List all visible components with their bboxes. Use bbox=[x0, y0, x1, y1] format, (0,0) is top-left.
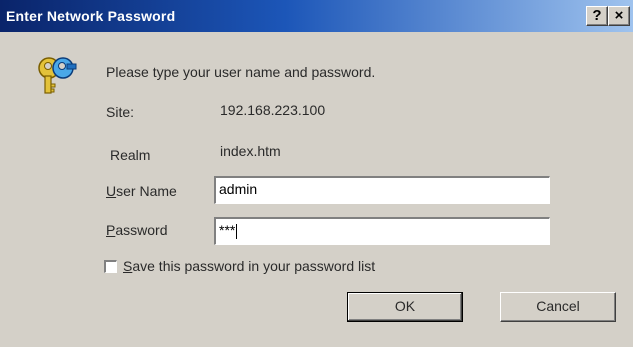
user-name-label: User Name bbox=[106, 183, 177, 199]
site-label: Site: bbox=[106, 104, 135, 120]
save-password-label[interactable]: Save this password in your password list bbox=[123, 258, 375, 274]
ok-button[interactable]: OK bbox=[347, 292, 463, 322]
cancel-button[interactable]: Cancel bbox=[500, 292, 616, 322]
password-input[interactable]: *** bbox=[214, 217, 550, 245]
key-icon bbox=[38, 57, 77, 94]
window-title: Enter Network Password bbox=[6, 8, 176, 24]
password-label-rest: assword bbox=[115, 222, 168, 238]
realm-value: index.htm bbox=[220, 143, 281, 159]
user-name-value: admin bbox=[219, 181, 258, 197]
password-label-mnemonic: P bbox=[106, 222, 116, 238]
site-value: 192.168.223.100 bbox=[220, 102, 326, 118]
user-name-input[interactable]: admin bbox=[214, 176, 550, 204]
title-bar[interactable]: Enter Network Password ? × bbox=[0, 0, 633, 32]
prompt-text: Please type your user name and password. bbox=[106, 64, 376, 80]
save-password-label-mnemonic: S bbox=[123, 258, 133, 274]
network-password-dialog: Enter Network Password ? × Please type y… bbox=[0, 0, 633, 347]
password-masked-value: *** bbox=[219, 222, 236, 238]
password-label: Password bbox=[106, 222, 167, 238]
text-caret bbox=[236, 223, 238, 239]
user-name-label-rest: ser Name bbox=[116, 183, 177, 199]
user-name-label-mnemonic: U bbox=[106, 183, 117, 199]
realm-label: Realm bbox=[110, 147, 151, 163]
close-button[interactable]: × bbox=[608, 6, 630, 26]
help-button[interactable]: ? bbox=[586, 6, 608, 26]
save-password-checkbox[interactable] bbox=[104, 260, 117, 273]
save-password-label-rest: ave this password in your password list bbox=[132, 258, 376, 274]
